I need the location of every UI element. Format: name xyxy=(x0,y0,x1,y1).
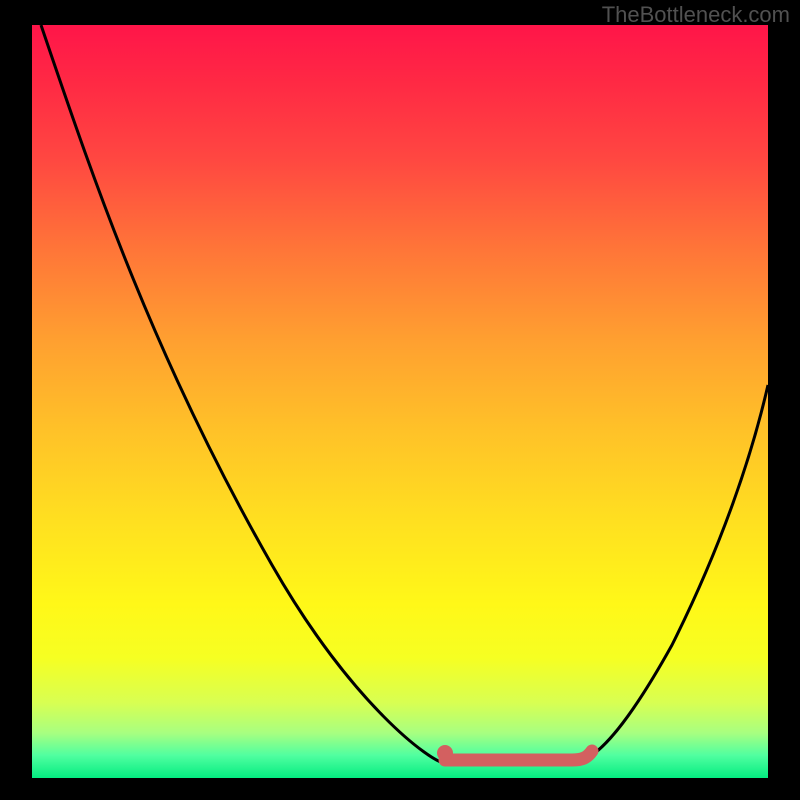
chart-container: TheBottleneck.com xyxy=(0,0,800,800)
gradient-background xyxy=(32,25,768,778)
watermark-text: TheBottleneck.com xyxy=(602,2,790,28)
